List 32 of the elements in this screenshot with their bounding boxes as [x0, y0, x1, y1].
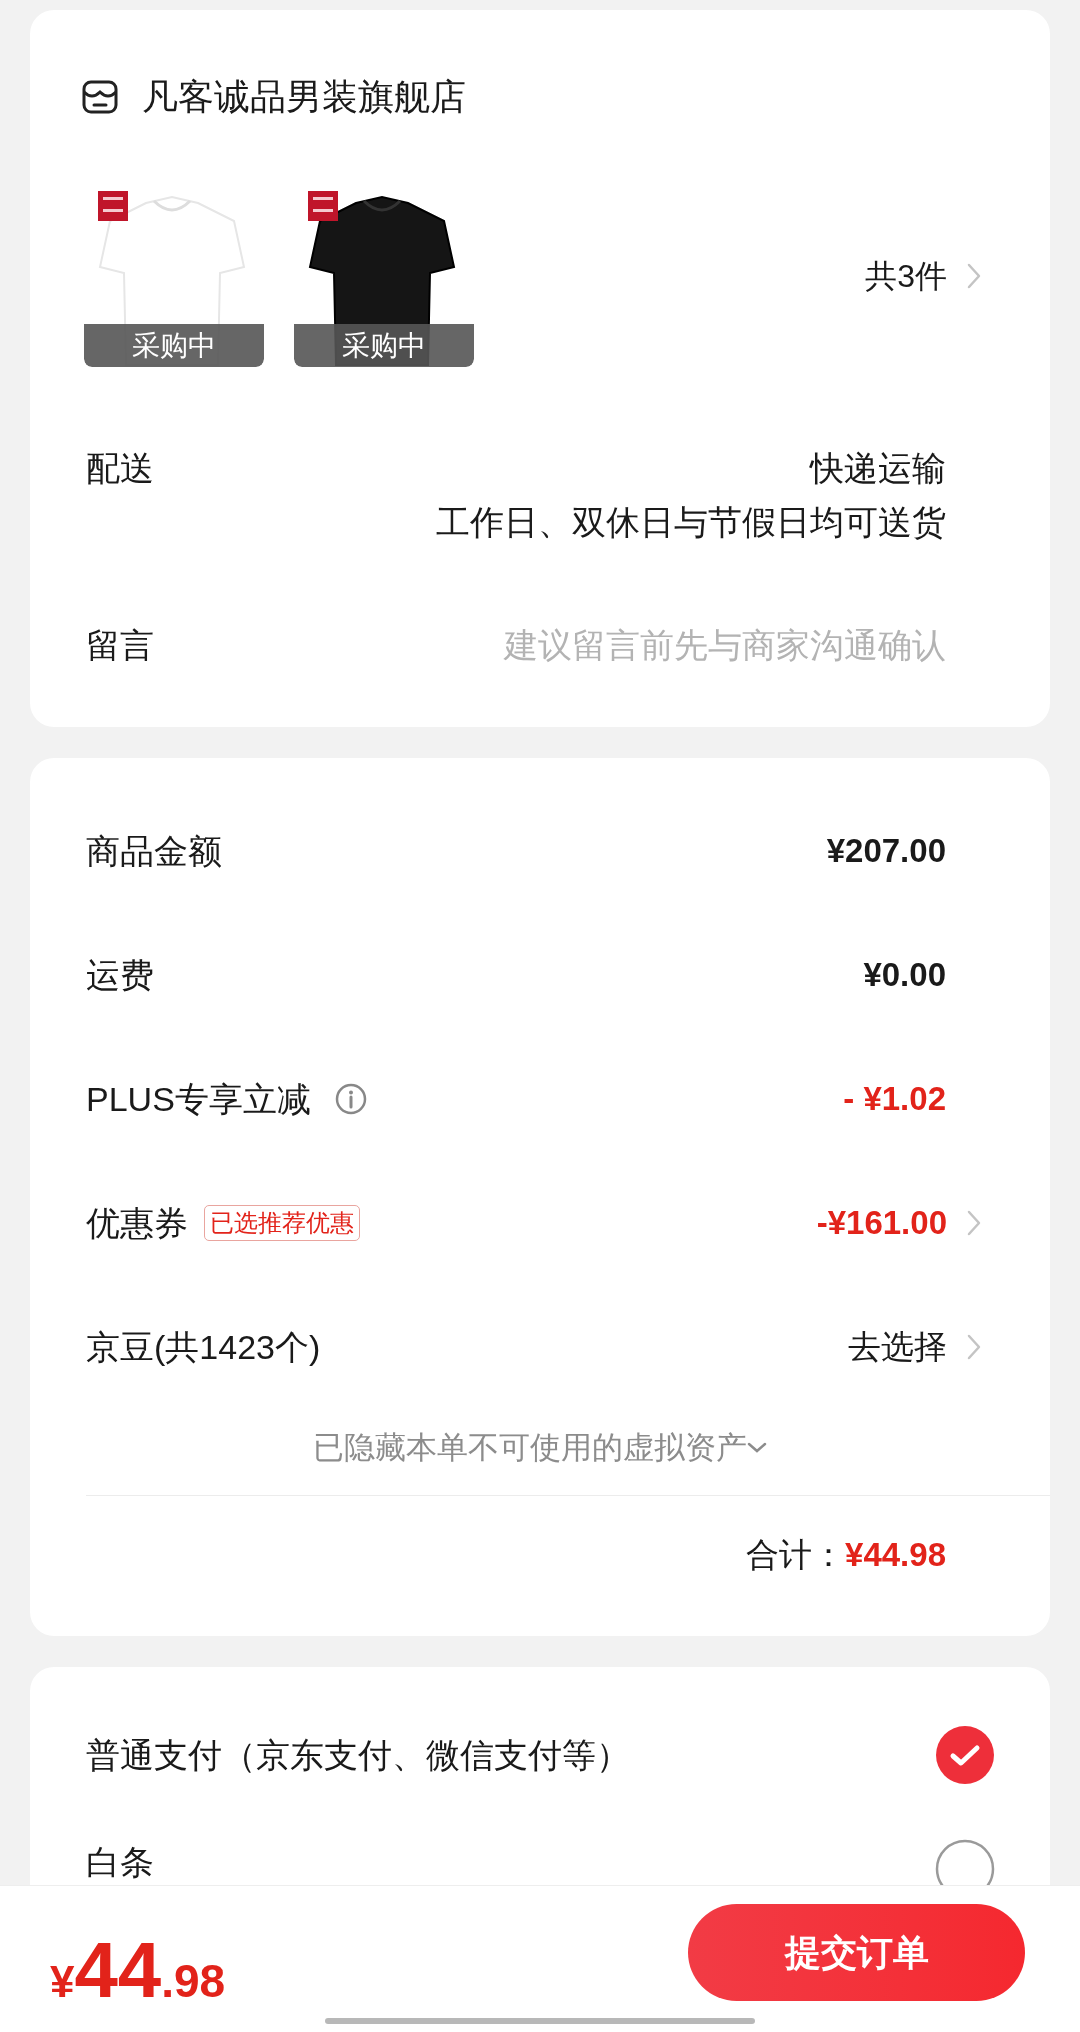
delivery-method: 快递运输: [810, 448, 946, 489]
radio-checked-icon[interactable]: [935, 1724, 995, 1785]
price-value[interactable]: -¥161.00: [816, 1198, 947, 1248]
radio-unchecked-icon[interactable]: [935, 1839, 995, 1885]
message-field[interactable]: 建议留言前先与商家沟通确认: [386, 619, 946, 671]
payable-amount: ¥44.98: [50, 1930, 226, 2016]
status-label: 采购中: [294, 324, 474, 367]
item-count[interactable]: 共3件: [865, 251, 947, 300]
status-label: 采购中: [84, 324, 264, 367]
delivery-label: 配送: [86, 448, 154, 489]
store-icon: [82, 80, 118, 114]
submit-order-button[interactable]: 提交订单: [688, 1904, 1025, 2001]
coupon-badge: 已选推荐优惠: [204, 1205, 360, 1241]
total-label: 合计：: [746, 1535, 846, 1576]
price-label: 商品金额: [86, 830, 222, 872]
price-value: - ¥1.02: [843, 1079, 946, 1120]
total-value: ¥44.98: [845, 1535, 946, 1576]
payment-option[interactable]: 白条: [86, 1845, 154, 1879]
price-label: 京豆(共1423个): [86, 1326, 321, 1368]
price-value: ¥0.00: [863, 955, 946, 996]
info-icon[interactable]: [334, 1083, 367, 1115]
store-name[interactable]: 凡客诚品男装旗舰店: [142, 70, 466, 124]
chevron-down-icon: [747, 1442, 767, 1454]
price-label: PLUS专享立减: [86, 1078, 311, 1120]
price-label: 运费: [86, 954, 154, 996]
chevron-right-icon: [967, 262, 981, 289]
delivery-note: 工作日、双休日与节假日均可送货: [436, 502, 946, 543]
price-value[interactable]: 去选择: [848, 1322, 947, 1372]
message-label: 留言: [86, 624, 154, 666]
price-label: 优惠券: [86, 1202, 188, 1244]
payment-option[interactable]: 普通支付（京东支付、微信支付等）: [86, 1737, 630, 1772]
price-value: ¥207.00: [826, 831, 946, 872]
